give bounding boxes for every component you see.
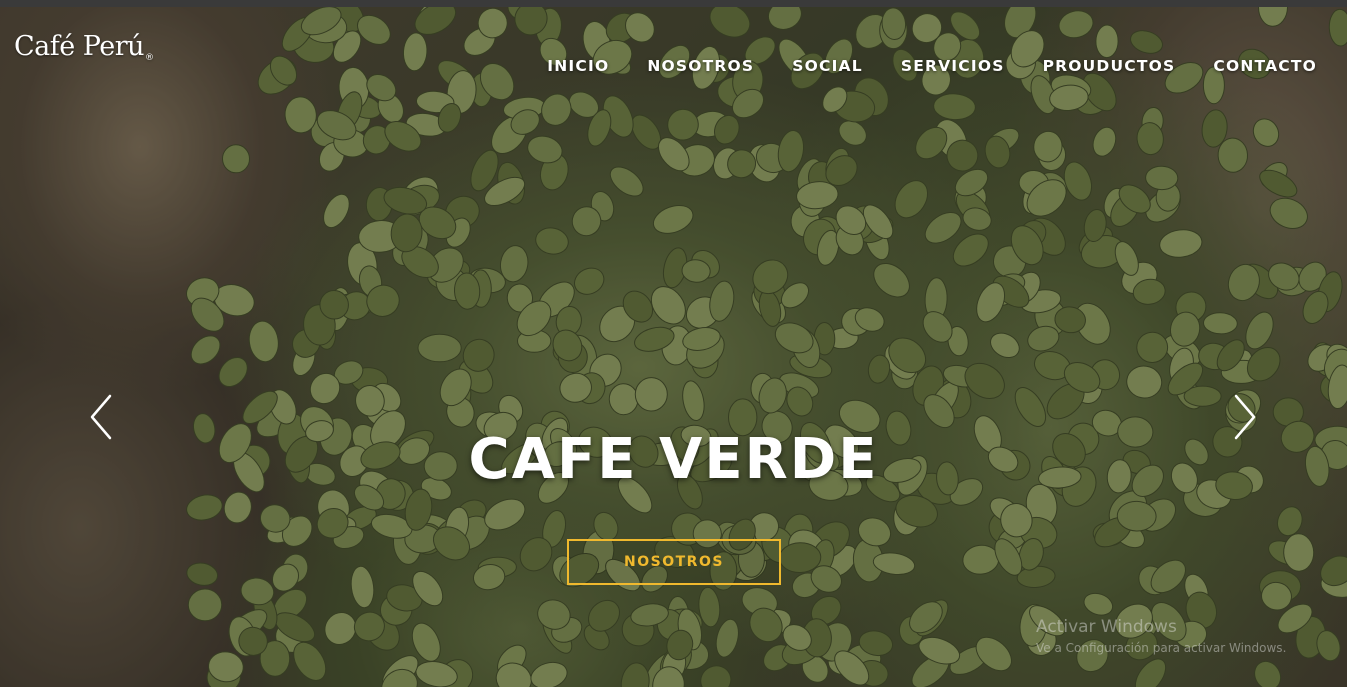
nav-item-servicios[interactable]: SERVICIOS xyxy=(901,57,1005,75)
hero-slider: Café Perú ® INICIO NOSOTROS SOCIAL SERVI… xyxy=(0,7,1347,687)
logo-text: Café Perú xyxy=(14,31,145,62)
watermark-subtitle: Ve a Configuración para activar Windows. xyxy=(1036,641,1287,655)
watermark-title: Activar Windows xyxy=(1036,617,1177,637)
nav-item-inicio[interactable]: INICIO xyxy=(547,57,609,75)
hero-dark-overlay xyxy=(0,7,1347,687)
nav-item-social[interactable]: SOCIAL xyxy=(792,57,863,75)
site-logo[interactable]: Café Perú ® xyxy=(14,31,154,63)
main-nav: INICIO NOSOTROS SOCIAL SERVICIOS PROUDUC… xyxy=(547,57,1317,75)
hero-cta-label: NOSOTROS xyxy=(624,554,724,570)
nav-item-contacto[interactable]: CONTACTO xyxy=(1213,57,1317,75)
nav-item-productos[interactable]: PROUDUCTOS xyxy=(1043,57,1176,75)
windows-activation-watermark: Activar Windows Ve a Configuración para … xyxy=(1036,617,1286,655)
browser-top-strip xyxy=(0,0,1347,7)
nav-item-nosotros[interactable]: NOSOTROS xyxy=(647,57,754,75)
registered-mark: ® xyxy=(145,53,154,63)
hero-cta-button[interactable]: NOSOTROS xyxy=(567,539,781,585)
hero-title: CAFE VERDE xyxy=(468,427,879,492)
